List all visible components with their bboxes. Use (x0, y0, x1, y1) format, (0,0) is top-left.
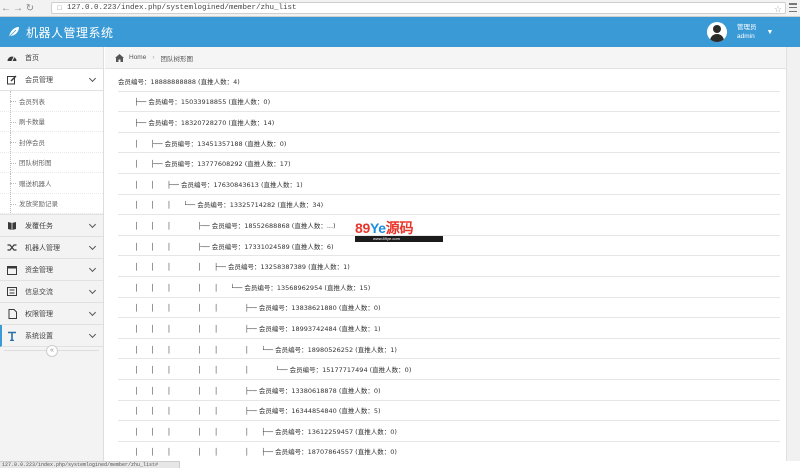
tree-node: │ │ │ │ │ │ ├── 会员编号：13612259457 (直推人数：0… (118, 421, 780, 442)
sidebar-item-label: 权限管理 (25, 310, 53, 318)
watermark-url: www.89ye.com (355, 236, 443, 242)
sidebar-item-robots[interactable]: 机器人管理 (0, 237, 103, 259)
tree-node: 会员编号：18888888888 (直推人数：4) (118, 71, 780, 92)
team-tree: 会员编号：18888888888 (直推人数：4) ├── 会员编号：15033… (118, 71, 780, 461)
chevron-down-icon (88, 242, 97, 251)
tree-node: │ │ │ │ ├── 会员编号：13258387389 (直推人数：1) (118, 256, 780, 277)
tree-node: │ ├── 会员编号：13777608292 (直推人数：17) (118, 153, 780, 174)
submenu-item-gift-robot[interactable]: 赠送机器人 (0, 173, 103, 194)
sidebar-item-funds[interactable]: 资金管理 (0, 259, 103, 281)
sidebar-item-label: 系统设置 (25, 332, 53, 340)
app-header: 机器人管理系统 管理员 admin ▼ (0, 17, 800, 47)
tree-node: │ │ │ │ │ ├── 会员编号：13380618878 (直推人数：0) (118, 380, 780, 401)
sidebar-item-settings[interactable]: 系统设置 (0, 325, 103, 347)
caret-down-icon: ▼ (766, 28, 774, 36)
sidebar-item-label: 首页 (25, 54, 39, 62)
collapse-sidebar-icon[interactable]: « (46, 345, 58, 357)
watermark-part: 源码 (385, 220, 414, 236)
app-title: 机器人管理系统 (26, 25, 114, 40)
tree-node: │ │ │ │ │ │ ├── 会员编号：18707864557 (直推人数：0… (118, 442, 780, 461)
browser-toolbar: ← → ↻ □ 127.0.0.223/index.php/systemlogi… (0, 0, 800, 17)
breadcrumb: Home › 团队树形图 (105, 47, 800, 69)
tree-node: │ │ │ │ │ ├── 会员编号：13838621880 (直推人数：0) (118, 298, 780, 319)
edit-icon (7, 75, 17, 85)
submenu-item-card-count[interactable]: 刷卡数量 (0, 111, 103, 132)
tree-node: ├── 会员编号：18320728270 (直推人数：14) (118, 112, 780, 133)
submenu-item-team-tree[interactable]: 团队树形图 (0, 152, 103, 173)
tree-node: │ │ │ │ │ ├── 会员编号：18993742484 (直推人数：1) (118, 318, 780, 339)
chevron-down-icon (88, 286, 97, 295)
tree-node: │ ├── 会员编号：13451357188 (直推人数：0) (118, 133, 780, 154)
book-icon (7, 221, 17, 231)
chevron-down-icon (88, 264, 97, 273)
watermark-part: Ye (369, 220, 386, 236)
arrow-right-icon[interactable]: → (12, 1, 24, 15)
submenu-item-member-list[interactable]: 会员列表 (0, 91, 103, 112)
tree-node: │ │ │ │ │ ├── 会员编号：16344854840 (直推人数：5) (118, 401, 780, 422)
members-submenu: 会员列表 刷卡数量 封停会员 团队树形图 赠送机器人 发放奖励记录 (0, 91, 103, 215)
dashboard-icon (7, 53, 17, 63)
tools-icon (7, 331, 17, 341)
sidebar: 首页 会员管理 会员列表 刷卡数量 封停会员 团队树形图 赠送机器人 发放奖励记… (0, 47, 104, 468)
chevron-down-icon (88, 308, 97, 317)
watermark-logo: 89Ye源码 www.89ye.com (355, 221, 443, 243)
reload-icon[interactable]: ↻ (24, 1, 36, 15)
file-icon (7, 308, 17, 319)
sidebar-item-label: 资金管理 (25, 266, 53, 274)
browser-menu-icon[interactable] (789, 3, 797, 12)
user-info: 管理员 admin (737, 23, 757, 41)
page-icon: □ (57, 4, 62, 12)
avatar (707, 22, 727, 42)
address-bar[interactable]: □ 127.0.0.223/index.php/systemlogined/me… (51, 2, 786, 14)
shuffle-icon (7, 243, 17, 253)
sidebar-item-label: 会员管理 (25, 76, 53, 84)
user-role: 管理员 (737, 24, 757, 31)
brand[interactable]: 机器人管理系统 (8, 17, 114, 47)
sidebar-item-home[interactable]: 首页 (0, 47, 103, 69)
sidebar-item-label: 机器人管理 (25, 244, 60, 252)
user-menu[interactable]: 管理员 admin ▼ (707, 17, 790, 47)
submenu-item-reward-records[interactable]: 发放奖励记录 (0, 193, 103, 214)
submenu-item-banned-members[interactable]: 封停会员 (0, 132, 103, 153)
sidebar-item-tasks[interactable]: 发覆任务 (0, 215, 103, 237)
sidebar-item-messages[interactable]: 信息交流 (0, 281, 103, 303)
tree-node: │ │ │ ├── 会员编号：17331024589 (直推人数：6) (118, 236, 780, 257)
browser-status-bar: 127.0.0.223/index.php/systemlogined/memb… (0, 461, 180, 468)
breadcrumb-home[interactable]: Home (129, 54, 146, 61)
tree-node: ├── 会员编号：15033918855 (直推人数：0) (118, 92, 780, 113)
tree-node: │ │ ├── 会员编号：17630843613 (直推人数：1) (118, 174, 780, 195)
list-icon (7, 287, 17, 297)
chevron-down-icon (88, 220, 97, 229)
arrow-left-icon[interactable]: ← (0, 1, 12, 15)
breadcrumb-current: 团队树形图 (160, 55, 194, 63)
url-text: 127.0.0.223/index.php/systemlogined/memb… (67, 4, 297, 12)
scrollbar[interactable] (786, 47, 800, 461)
sidebar-item-permissions[interactable]: 权限管理 (0, 303, 103, 325)
home-icon (115, 53, 124, 62)
tree-node: │ │ │ ├── 会员编号：18552688868 (直推人数：...) (118, 215, 780, 236)
leaf-icon (8, 27, 19, 38)
tree-node: │ │ │ │ │ └── 会员编号：13568962954 (直推人数：15) (118, 277, 780, 298)
user-name: admin (737, 33, 755, 40)
tree-node: │ │ │ └── 会员编号：13325714282 (直推人数：34) (118, 195, 780, 216)
sidebar-item-label: 发覆任务 (25, 222, 53, 230)
chevron-down-icon (88, 330, 97, 339)
star-icon[interactable]: ☆ (774, 3, 782, 15)
tree-node: │ │ │ │ │ │ └── 会员编号：18980526252 (直推人数：1… (118, 339, 780, 360)
calendar-icon (7, 265, 17, 275)
watermark-part: 89 (355, 220, 370, 236)
chevron-down-icon (88, 74, 97, 83)
chevron-right-icon: › (152, 54, 155, 61)
sidebar-item-label: 信息交流 (25, 288, 53, 296)
sidebar-item-members[interactable]: 会员管理 (0, 69, 103, 91)
tree-node: │ │ │ │ │ │ └── 会员编号：15177717494 (直推人数：0… (118, 359, 780, 380)
